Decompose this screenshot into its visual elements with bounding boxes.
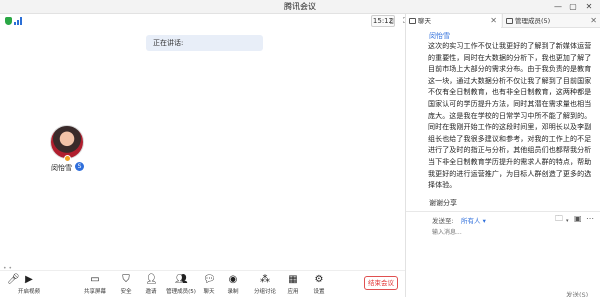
chevron-down-icon[interactable]: ▾ (566, 216, 569, 226)
send-button[interactable]: 发送(S) (566, 289, 588, 297)
chat-message: 这次的实习工作不仅让我更好的了解到了新媒体运营的重要性，同时在大数据的分析下，我… (428, 42, 592, 190)
speaking-indicator: 正在讲话: (146, 35, 263, 51)
settings-button[interactable]: ⚙ 设置 (306, 274, 332, 295)
video-camera-off-icon: ▶ (25, 274, 33, 285)
breakout-icon: ⁂ (260, 274, 270, 285)
avatar[interactable] (50, 125, 84, 159)
video-button[interactable]: ▶ 开启视频 (16, 274, 42, 295)
tab-members-label: 管理成员(5) (515, 17, 551, 25)
security-button[interactable]: ⛉ 安全 (113, 274, 139, 295)
meeting-info-bar: 15:12 ⛶ (0, 14, 409, 28)
title-bar: 腾讯会议 — ▢ ✕ (0, 0, 600, 14)
invite-icon: 👤︎ (145, 274, 158, 285)
meeting-window: 腾讯会议 — ▢ ✕ 15:12 ⛶ ▯ 正在讲话: 闵怡雪 S • • 🎤︎ … (0, 0, 600, 297)
share-screen-icon: ▭ (90, 274, 100, 285)
close-icon[interactable]: ✕ (590, 14, 597, 28)
bottom-toolbar: 🎤︎ ^ ▶ 开启视频 ▭ 共享屏幕 ⛉ 安全 👤︎ 邀请 👥︎ 管理成员(5)… (0, 270, 405, 297)
tab-members[interactable]: 管理成员(5) ✕ (502, 14, 600, 28)
window-title: 腾讯会议 (284, 2, 316, 11)
record-icon: ◉ (228, 274, 238, 285)
folder-icon[interactable]: 🗀︎ (555, 214, 563, 224)
manage-members-button[interactable]: 👥︎ 管理成员(5) (166, 274, 196, 295)
members-icon: 👥︎ (175, 274, 188, 285)
close-icon[interactable]: ✕ (583, 1, 595, 12)
tab-chat-label: 聊天 (418, 17, 431, 25)
chat-message-share: 谢谢分享 (429, 199, 457, 207)
invite-button[interactable]: 👤︎ 邀请 (138, 274, 164, 295)
record-button[interactable]: ◉ 录制 (220, 274, 246, 295)
maximize-icon[interactable]: ▢ (567, 1, 579, 12)
more-icon[interactable]: ⋯ (586, 214, 594, 224)
minimize-icon[interactable]: — (552, 1, 564, 12)
apps-icon: ▦ (288, 274, 298, 285)
tab-chat[interactable]: 聊天 ✕ (406, 14, 501, 28)
image-icon[interactable]: ▣ (574, 214, 582, 224)
panel-tabs: 聊天 ✕ 管理成员(5) ✕ (406, 14, 600, 28)
shield-icon: ⛉ (122, 274, 130, 285)
share-screen-button[interactable]: ▭ 共享屏幕 (82, 274, 108, 295)
close-icon[interactable]: ✕ (490, 14, 497, 28)
network-signal-icon[interactable] (14, 17, 23, 25)
security-shield-icon[interactable] (5, 17, 12, 25)
send-to-select[interactable]: 所有人 ▾ (461, 215, 486, 225)
host-badge-icon (64, 155, 71, 162)
participant-status-icon: S (75, 162, 84, 171)
members-tab-icon (506, 18, 513, 24)
apps-button[interactable]: ▦ 应用 (280, 274, 306, 295)
gear-icon: ⚙ (314, 274, 324, 285)
breakout-button[interactable]: ⁂ 分组讨论 (252, 274, 278, 295)
chat-icon: 💬︎ (203, 274, 216, 285)
chat-panel: 聊天 ✕ 管理成员(5) ✕ 闵怡雪 这次的实习工作不仅让我更好的了解到了新媒体… (405, 14, 600, 297)
participant-name: 闵怡雪 (51, 164, 72, 172)
chat-compose: 发送至: 所有人 ▾ 🗀︎ ▾ ▣ ⋯ 发送(S) (406, 211, 600, 297)
end-meeting-button[interactable]: 结束会议 (364, 276, 398, 290)
chat-tab-icon (409, 18, 416, 24)
view-layout-icon[interactable]: ▯ (387, 16, 397, 26)
send-to-label: 发送至: (432, 217, 454, 225)
message-sender: 闵怡雪 (429, 32, 450, 40)
chat-input[interactable] (432, 227, 592, 237)
chat-button[interactable]: 💬︎ 聊天 (196, 274, 222, 295)
